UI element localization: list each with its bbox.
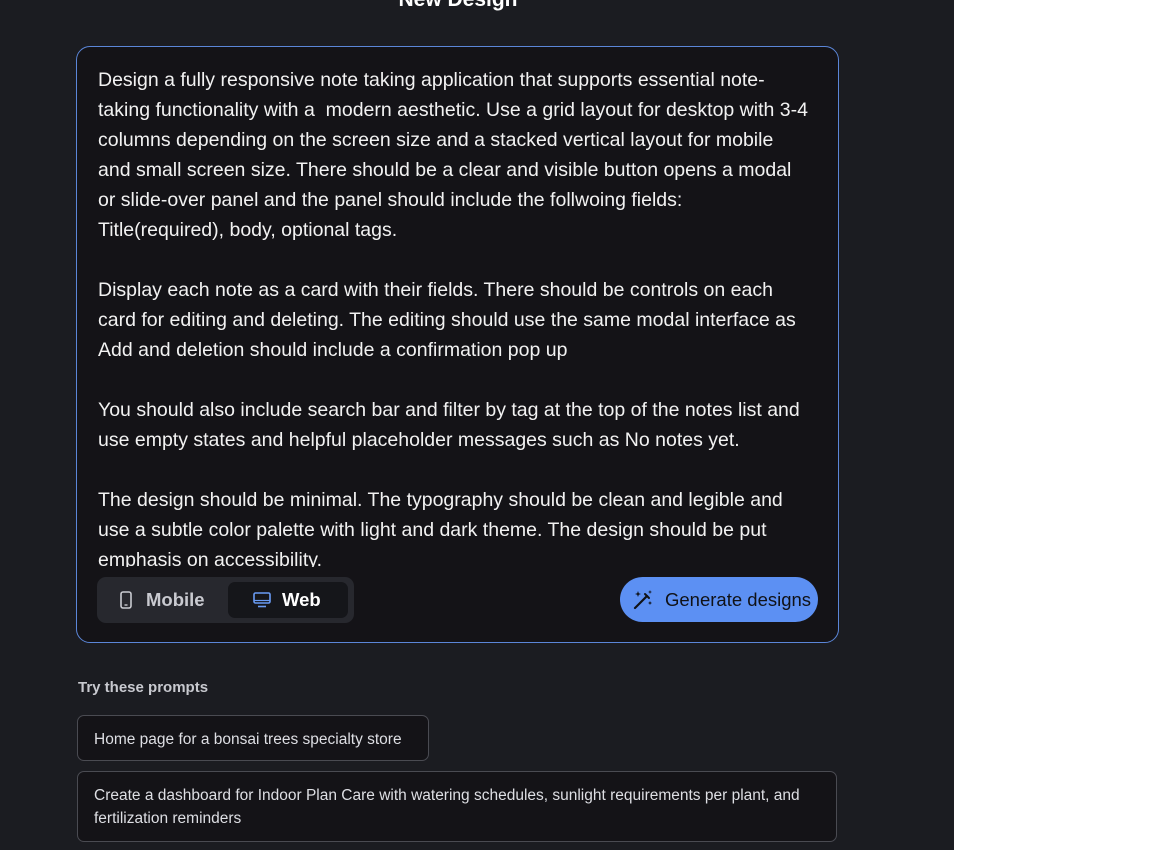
web-toggle-button[interactable]: Web — [228, 582, 348, 618]
monitor-icon — [253, 590, 271, 610]
page-title: New Design — [0, 0, 916, 14]
generate-designs-button[interactable]: Generate designs — [620, 577, 818, 622]
magic-wand-icon — [632, 589, 654, 611]
mobile-toggle-label: Mobile — [146, 589, 205, 610]
suggestion-chip-bonsai[interactable]: Home page for a bonsai trees specialty s… — [77, 715, 429, 761]
device-toggle: Mobile Web — [97, 577, 354, 623]
prompt-textarea[interactable]: Design a fully responsive note taking ap… — [98, 65, 810, 567]
prompt-input-box[interactable]: Design a fully responsive note taking ap… — [76, 46, 839, 643]
suggestion-chip-plant-dashboard[interactable]: Create a dashboard for Indoor Plan Care … — [77, 771, 837, 842]
phone-icon — [117, 590, 135, 610]
suggestions-heading: Try these prompts — [78, 679, 209, 696]
web-toggle-label: Web — [282, 589, 321, 610]
mobile-toggle-button[interactable]: Mobile — [101, 582, 225, 618]
design-panel: New Design Design a fully responsive not… — [0, 0, 954, 850]
generate-designs-label: Generate designs — [665, 588, 812, 610]
